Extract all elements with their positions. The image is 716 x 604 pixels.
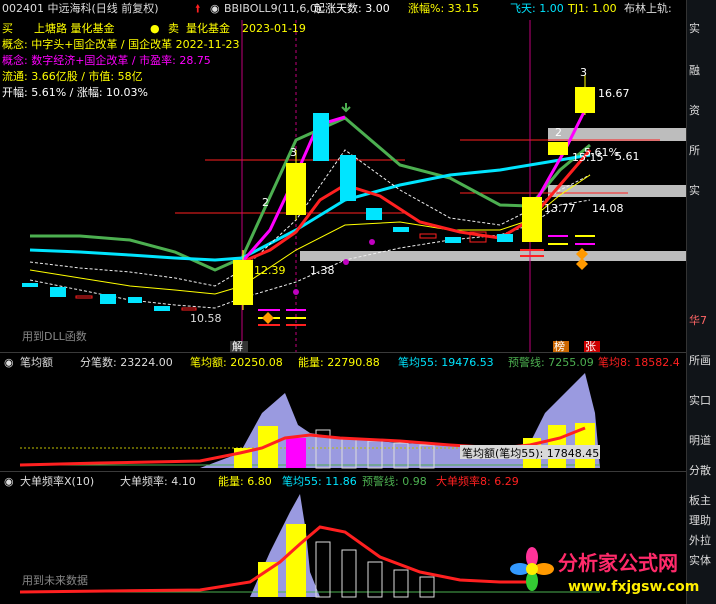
- main-chart-panel[interactable]: 002401 中远海科(日线 前复权) 🠙 ◉ BBIBOLL9(11,6,0)…: [0, 0, 686, 353]
- dadan-bijun55: 笔均55: 11.86: [282, 475, 357, 488]
- green-arrow-icon: [341, 103, 351, 113]
- dadan-nengliang: 能量: 6.80: [218, 475, 272, 488]
- settings-icon-2[interactable]: ◉: [4, 475, 14, 488]
- bulin-label: 布林上轨:: [624, 2, 672, 15]
- cyan-line: [29, 153, 591, 262]
- bijun-label: 笔均额: 20250.08: [190, 356, 283, 369]
- gray-band-1: [548, 128, 686, 141]
- future-data-label: 用到未来数据: [22, 574, 88, 587]
- rs-item[interactable]: 板主: [689, 492, 711, 508]
- kaifu-line: 开幅: 5.61% / 涨幅: 10.03%: [2, 86, 148, 99]
- qizhang-label: 起涨天数: 3.00: [314, 2, 390, 15]
- fenbi-label: 分笔数: 23224.00: [80, 356, 173, 369]
- rs-item[interactable]: 实: [689, 20, 700, 36]
- logo-url: www.fxjgsw.com: [568, 579, 700, 595]
- price-b: 5.61: [615, 150, 640, 163]
- fund-label: 量化基金: [186, 22, 230, 35]
- kline-chart: [22, 20, 686, 352]
- gray-band-2: [548, 185, 686, 197]
- settings-icon[interactable]: ◉: [4, 356, 14, 369]
- tj1-label: TJ1: 1.00: [568, 2, 617, 15]
- right-sidebar[interactable]: 实 融 资 所 实 华7 所画 实口 明道 分散 板主 理助 外拉 实体: [686, 0, 716, 604]
- bijun-title: 笔均额: [20, 356, 53, 369]
- price-mid: 12.39: [254, 264, 286, 277]
- dadan8-label: 大单频率8: 6.29: [436, 475, 519, 488]
- feitian-label: 飞天: 1.00: [510, 2, 564, 15]
- rs-item[interactable]: 所画: [689, 352, 711, 368]
- rs-item[interactable]: 实: [689, 182, 700, 198]
- logo-title: 分析家公式网: [558, 551, 678, 575]
- rs-item[interactable]: 华7: [689, 312, 707, 328]
- concept-line-1: 概念: 中字头+国企改革 / 国企改革 2022-11-23: [2, 38, 240, 51]
- num-2b: 2: [555, 126, 562, 139]
- bijun-bar-magenta: [286, 438, 306, 468]
- liutong-line: 流通: 3.66亿股 / 市值: 58亿: [2, 70, 143, 83]
- price-high: 16.67: [598, 87, 630, 100]
- stock-title: 002401 中远海科(日线 前复权): [2, 2, 159, 15]
- num-3: 3: [290, 146, 297, 159]
- zhangfu-label: 涨幅%: 33.15: [408, 2, 480, 15]
- arrow-up-icon: 🠙: [195, 2, 201, 15]
- yujing-label: 预警线: 7255.09: [508, 356, 594, 369]
- pinlv-label: 大单频率: 4.10: [120, 475, 196, 488]
- candles-cyan: [313, 113, 513, 243]
- rs-item[interactable]: 实口: [689, 392, 711, 408]
- rs-item[interactable]: 所: [689, 142, 700, 158]
- rs-item[interactable]: 融: [689, 62, 700, 78]
- flower-logo-icon: [510, 547, 554, 591]
- price-d: 14.08: [592, 202, 624, 215]
- gray-band-3: [300, 251, 686, 261]
- num-2: 2: [262, 196, 269, 209]
- indicator-name[interactable]: BBIBOLL9(11,6,0): [224, 2, 321, 15]
- date-label: 2023-01-19: [242, 22, 306, 35]
- rs-item[interactable]: 分散: [689, 462, 711, 478]
- dadan-yujing: 预警线: 0.98: [362, 475, 427, 488]
- nengliang-label: 能量: 22790.88: [298, 356, 380, 369]
- price-c: 13.77: [544, 202, 576, 215]
- rs-item[interactable]: 资: [689, 102, 700, 118]
- sugar-label: 上塘路 量化基金: [34, 22, 115, 35]
- dadan-title: 大单频率X(10): [20, 475, 95, 488]
- fxjgsw-logo: 分析家公式网 www.fxjgsw.com: [508, 545, 708, 601]
- settings-circle-icon[interactable]: ◉: [210, 2, 220, 15]
- dot-icon: ●: [150, 22, 160, 35]
- app-window: 002401 中远海科(日线 前复权) 🠙 ◉ BBIBOLL9(11,6,0)…: [0, 0, 716, 604]
- rs-item[interactable]: 理助: [689, 512, 711, 528]
- markers: [258, 235, 595, 326]
- rs-item[interactable]: 明道: [689, 432, 711, 448]
- dll-label: 用到DLL函数: [22, 330, 87, 343]
- tooltip-label: 笔均额(笔均55): 17848.45: [462, 447, 600, 460]
- sell-label: 卖: [168, 22, 179, 35]
- price-a: 15.15: [572, 151, 604, 164]
- concept-line-2: 概念: 数字经济+国企改革 / 市盈率: 28.75: [2, 54, 211, 67]
- buy-label: 买: [2, 22, 13, 35]
- bijun55-label: 笔均55: 19476.53: [398, 356, 494, 369]
- price-mid2: 1.38: [310, 264, 335, 277]
- num-3b: 3: [580, 66, 587, 79]
- price-low: 10.58: [190, 312, 222, 325]
- bijun-panel[interactable]: ◉ 笔均额 分笔数: 23224.00 笔均额: 20250.08 能量: 22…: [0, 353, 686, 471]
- bijun8-label: 笔均8: 18582.4: [598, 356, 680, 369]
